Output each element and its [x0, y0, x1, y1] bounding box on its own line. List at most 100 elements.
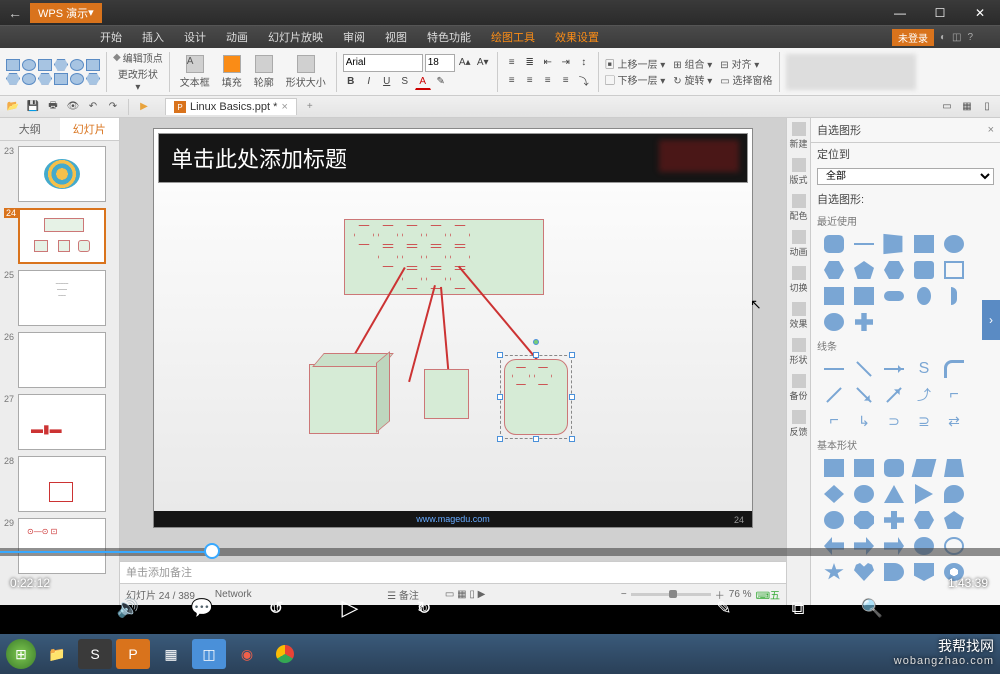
align-right-button[interactable]: ≡: [540, 73, 556, 89]
print-icon[interactable]: 🖶: [44, 98, 62, 116]
tab-view[interactable]: 视图: [375, 26, 417, 48]
comment-button[interactable]: 💬: [188, 594, 216, 622]
edit-vertex-button[interactable]: ◆编辑顶点: [113, 50, 163, 65]
outline-tab[interactable]: 大纲: [0, 118, 60, 140]
hex-row-3[interactable]: [402, 269, 470, 289]
thumbnail-26[interactable]: 26: [18, 332, 113, 388]
undo-icon[interactable]: ↶: [84, 98, 102, 116]
task-sublime[interactable]: S: [78, 639, 112, 669]
task-layout[interactable]: 版式: [788, 158, 810, 186]
outline-button[interactable]: 轮廓: [250, 55, 278, 89]
task-anim[interactable]: 动画: [788, 230, 810, 258]
tab-drawtools[interactable]: 绘图工具: [481, 26, 545, 48]
slide-title[interactable]: 单击此处添加标题: [158, 133, 748, 183]
close-button[interactable]: ✕: [960, 0, 1000, 26]
open-icon[interactable]: 📂: [4, 98, 22, 116]
thumbnail-25[interactable]: 25⎯⎯⎯⎯⎯⎯⎯⎯⎯⎯⎯⎯: [18, 270, 113, 326]
shape-rect-small[interactable]: [424, 369, 469, 419]
feedback-icon[interactable]: ◐: [940, 32, 946, 43]
pip-button[interactable]: ⧉: [784, 594, 812, 622]
search-button[interactable]: 🔍: [858, 594, 886, 622]
tab-slideshow[interactable]: 幻灯片放映: [258, 26, 333, 48]
font-select[interactable]: [343, 54, 423, 72]
thumbnail-list[interactable]: 23 24 25⎯⎯⎯⎯⎯⎯⎯⎯⎯⎯⎯⎯ 26 27▬▮▬ 28 29⊙—⊙ ⊡: [0, 141, 119, 605]
task-backup[interactable]: 备份: [788, 374, 810, 402]
decrease-font-button[interactable]: A▾: [475, 55, 491, 71]
tab-close-icon[interactable]: ×: [281, 101, 287, 113]
indent-inc-button[interactable]: ⇥: [558, 55, 574, 71]
minimize-button[interactable]: —: [880, 0, 920, 26]
task-color[interactable]: 配色: [788, 194, 810, 222]
app-brand[interactable]: WPS 演示 ▾: [30, 3, 102, 23]
bring-forward-button[interactable]: ▣ 上移一层 ▾: [605, 56, 666, 71]
strike-button[interactable]: S: [397, 74, 413, 90]
task-new[interactable]: 新建: [788, 122, 810, 150]
thumbnail-28[interactable]: 28: [18, 456, 113, 512]
view-reading-icon[interactable]: ▯: [978, 98, 996, 116]
back-button[interactable]: ←: [0, 5, 30, 21]
slide-canvas[interactable]: 单击此处添加标题: [153, 128, 753, 528]
recent-shapes-grid[interactable]: [811, 231, 1000, 335]
add-tab-button[interactable]: +: [299, 99, 321, 114]
locate-select[interactable]: 全部: [817, 168, 994, 185]
skin-icon[interactable]: ◫: [952, 32, 961, 43]
task-explorer[interactable]: 📁: [40, 639, 74, 669]
fontsize-select[interactable]: [425, 54, 455, 72]
start-button[interactable]: ⊞: [6, 639, 36, 669]
indent-dec-button[interactable]: ⇤: [540, 55, 556, 71]
tab-features[interactable]: 特色功能: [417, 26, 481, 48]
slideshow-start-icon[interactable]: ▶: [135, 98, 153, 116]
thumbnail-24[interactable]: 24: [18, 208, 113, 264]
edit-button[interactable]: ✎: [710, 594, 738, 622]
hex-row-2[interactable]: [378, 247, 470, 267]
shape-cube[interactable]: [309, 364, 379, 434]
volume-button[interactable]: 🔊: [114, 594, 142, 622]
task-app3[interactable]: ◉: [230, 639, 264, 669]
tab-insert[interactable]: 插入: [132, 26, 174, 48]
rewind-button[interactable]: ↺10: [262, 594, 290, 622]
thumbnail-23[interactable]: 23: [18, 146, 113, 202]
hex-row-1[interactable]: [354, 225, 470, 245]
tab-home[interactable]: 开始: [90, 26, 132, 48]
highlight-button[interactable]: ✎: [433, 74, 449, 90]
align-button[interactable]: ⊟ 对齐 ▾: [720, 56, 772, 71]
tab-review[interactable]: 审阅: [333, 26, 375, 48]
tab-animation[interactable]: 动画: [216, 26, 258, 48]
view-normal-icon[interactable]: ▭: [938, 98, 956, 116]
send-backward-button[interactable]: ▢ 下移一层 ▾: [605, 72, 666, 87]
slides-tab[interactable]: 幻灯片: [60, 118, 120, 140]
fontcolor-button[interactable]: A: [415, 74, 431, 90]
textdir-button[interactable]: ⤵: [576, 73, 592, 89]
rotate-button[interactable]: ↻ 旋转 ▾: [673, 72, 712, 87]
lines-grid[interactable]: S ⤴⌐ ⌐↳⊃⊇⇄: [811, 356, 1000, 434]
shapesize-button[interactable]: 形状大小: [282, 55, 330, 89]
tab-design[interactable]: 设计: [174, 26, 216, 48]
thumbnail-27[interactable]: 27▬▮▬: [18, 394, 113, 450]
shapes-gallery[interactable]: [6, 59, 100, 85]
underline-button[interactable]: U: [379, 74, 395, 90]
fill-button[interactable]: 填充: [218, 55, 246, 89]
basic-shapes-grid[interactable]: [811, 455, 1000, 585]
selection-pane-button[interactable]: ▭ 选择窗格: [720, 72, 772, 87]
task-app1[interactable]: ▦: [154, 639, 188, 669]
task-chrome[interactable]: [268, 639, 302, 669]
task-shape[interactable]: 形状: [788, 338, 810, 366]
align-center-button[interactable]: ≡: [522, 73, 538, 89]
align-left-button[interactable]: ≡: [504, 73, 520, 89]
notes-pane[interactable]: 单击添加备注: [120, 561, 786, 583]
document-tab[interactable]: P Linux Basics.ppt * ×: [165, 98, 297, 115]
login-status[interactable]: 未登录: [892, 29, 934, 46]
view-sorter-icon[interactable]: ▦: [958, 98, 976, 116]
forward-button[interactable]: ↻30: [410, 594, 438, 622]
thumbnail-29[interactable]: 29⊙—⊙ ⊡: [18, 518, 113, 574]
preview-icon[interactable]: 👁: [64, 98, 82, 116]
panel-close-icon[interactable]: ×: [988, 124, 994, 136]
task-fx[interactable]: 效果: [788, 302, 810, 330]
task-wps[interactable]: P: [116, 639, 150, 669]
video-progress-bar[interactable]: [0, 548, 1000, 556]
help-icon[interactable]: ?: [968, 32, 974, 43]
change-shape-button[interactable]: 更改形状▾: [113, 66, 163, 93]
panel-expand-button[interactable]: ›: [982, 300, 1000, 340]
save-icon[interactable]: 💾: [24, 98, 42, 116]
italic-button[interactable]: I: [361, 74, 377, 90]
